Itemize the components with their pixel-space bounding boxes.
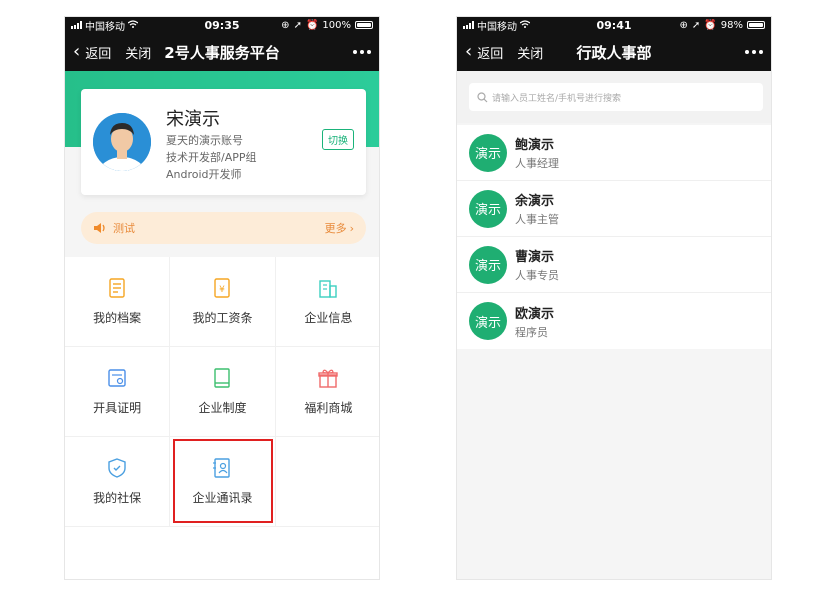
grid-item-policies[interactable]: 企业制度	[170, 347, 276, 437]
grid-item-archive[interactable]: 我的档案	[65, 257, 171, 347]
grid-item-label: 我的工资条	[192, 311, 253, 325]
archive-icon	[109, 278, 125, 298]
notice-bar[interactable]: 测试 更多 ›	[81, 212, 366, 244]
speaker-icon	[93, 222, 107, 234]
contact-name: 欧演示	[515, 306, 555, 322]
grid-empty-cell	[275, 437, 379, 527]
search-area: 请输入员工姓名/手机号进行搜索	[457, 71, 771, 123]
grid-item-certificate[interactable]: 开具证明	[65, 347, 171, 437]
grid-bottom-space	[65, 527, 379, 579]
status-bar: 中国移动 09:35 ⊕ ➚ ⏰ 100%	[65, 17, 379, 33]
search-input[interactable]: 请输入员工姓名/手机号进行搜索	[469, 83, 763, 111]
grid-item-label: 开具证明	[93, 401, 142, 415]
back-chevron-icon[interactable]: ‹	[465, 43, 472, 61]
list-item[interactable]: 演示 余演示 人事主管	[457, 181, 771, 237]
contact-name: 余演示	[515, 194, 555, 209]
avatar: 演示	[469, 245, 507, 284]
back-button[interactable]: 返回	[477, 43, 503, 62]
contact-name: 鲍演示	[515, 138, 555, 153]
battery-percent: 100%	[322, 19, 351, 31]
building-icon	[319, 280, 338, 298]
contact-role: 人事主管	[515, 213, 559, 226]
switch-button[interactable]: 切换	[322, 129, 354, 150]
gift-icon	[318, 369, 339, 388]
shield-icon	[108, 458, 126, 478]
wifi-icon	[127, 19, 139, 31]
notice-text: 测试	[113, 222, 135, 235]
wifi-icon	[519, 19, 531, 31]
list-item[interactable]: 演示 鲍演示 人事经理	[457, 125, 771, 181]
carrier-label: 中国移动	[477, 21, 517, 33]
more-icon[interactable]	[745, 50, 763, 54]
close-button[interactable]: 关闭	[125, 43, 151, 62]
status-bar: 中国移动 09:41 ⊕ ➚ ⏰ 98%	[457, 17, 771, 33]
profile-department: 技术开发部/APP组	[166, 151, 257, 164]
avatar: 演示	[469, 189, 507, 228]
location-icon: ➚	[293, 19, 302, 31]
contact-role: 人事经理	[515, 157, 559, 170]
grid-item-social-security[interactable]: 我的社保	[65, 437, 171, 527]
book-icon	[214, 368, 231, 388]
avatar: 演示	[469, 302, 507, 340]
contact-name: 曹演示	[515, 250, 555, 265]
nav-bar: ‹ 返回 关闭 行政人事部	[457, 33, 771, 71]
contact-role: 程序员	[515, 325, 548, 339]
lock-rotation-icon: ⊕	[679, 19, 688, 31]
nav-bar: ‹ 返回 关闭 2号人事服务平台	[65, 33, 379, 71]
grid-item-label: 福利商城	[304, 401, 353, 415]
alarm-icon: ⏰	[305, 19, 319, 31]
contact-role: 人事专员	[515, 269, 559, 282]
certificate-icon	[108, 369, 126, 387]
phone-screen-hr-platform: 中国移动 09:35 ⊕ ➚ ⏰ 100% ‹ 返回 关闭 2号人事服务平台 宋…	[64, 16, 380, 580]
battery-icon	[747, 21, 765, 29]
grid-item-welfare-mall[interactable]: 福利商城	[275, 347, 379, 437]
notice-more-label: 更多	[324, 222, 347, 235]
carrier-label: 中国移动	[85, 21, 125, 33]
svg-text:¥: ¥	[220, 285, 226, 295]
contact-list: 演示 鲍演示 人事经理 演示 余演示 人事主管 演示 曹演示 人事专员 演示 欧…	[457, 125, 771, 349]
profile-account: 夏天的演示账号	[166, 134, 243, 147]
grid-item-company-info[interactable]: 企业信息	[275, 257, 379, 347]
notice-more-link[interactable]: 更多 ›	[325, 220, 354, 236]
profile-name: 宋演示	[166, 109, 220, 130]
battery-icon	[355, 21, 373, 29]
alarm-icon: ⏰	[704, 19, 717, 31]
list-item[interactable]: 演示 欧演示 程序员	[457, 293, 771, 349]
profile-card: 宋演示 夏天的演示账号 技术开发部/APP组 Android开发师 切换	[81, 89, 366, 195]
location-icon: ➚	[691, 19, 701, 31]
grid-item-label: 企业制度	[198, 401, 247, 415]
grid-item-label: 我的社保	[93, 491, 142, 505]
avatar	[93, 113, 151, 171]
payslip-icon: ¥	[214, 278, 231, 298]
avatar: 演示	[469, 133, 507, 172]
search-icon	[477, 91, 488, 103]
phone-screen-department-directory: 中国移动 09:41 ⊕ ➚ ⏰ 98% ‹ 返回 关闭 行政人事部 请输入员工…	[456, 16, 772, 580]
back-button[interactable]: 返回	[85, 43, 111, 62]
battery-percent: 98%	[720, 19, 743, 31]
grid-item-label: 企业信息	[304, 311, 353, 325]
highlight-box	[173, 439, 273, 523]
signal-icon	[463, 21, 474, 29]
list-item[interactable]: 演示 曹演示 人事专员	[457, 237, 771, 293]
grid-item-label: 我的档案	[93, 311, 142, 325]
chevron-right-icon: ›	[349, 221, 354, 235]
grid-item-payslip[interactable]: ¥ 我的工资条	[170, 257, 276, 347]
profile-position: Android开发师	[166, 168, 242, 181]
close-button[interactable]: 关闭	[517, 43, 543, 62]
search-placeholder: 请输入员工姓名/手机号进行搜索	[492, 93, 622, 104]
lock-rotation-icon: ⊕	[281, 19, 290, 31]
more-icon[interactable]	[353, 50, 371, 54]
signal-icon	[71, 21, 82, 29]
back-chevron-icon[interactable]: ‹	[73, 43, 80, 61]
